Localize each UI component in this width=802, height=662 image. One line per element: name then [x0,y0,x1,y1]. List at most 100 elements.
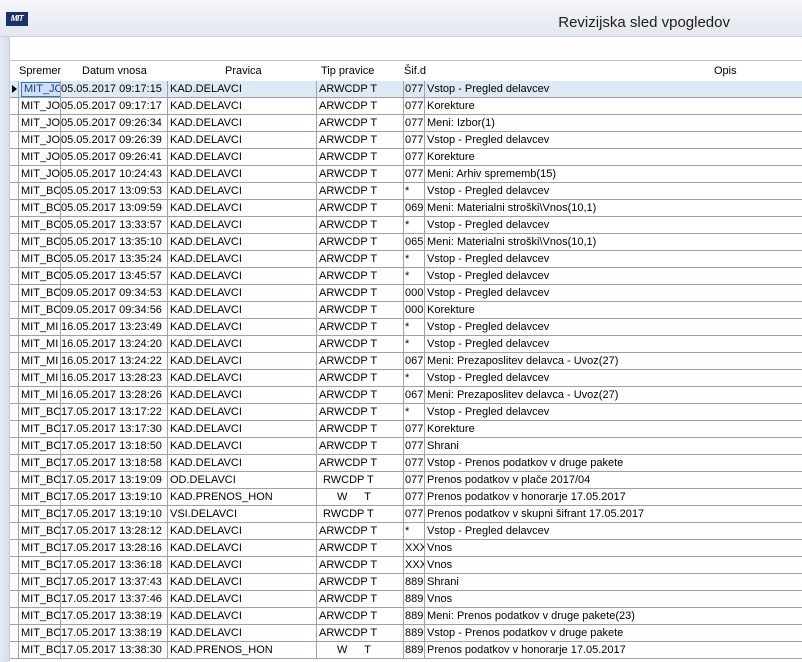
table-row[interactable]: MIT_BC 17.05.2017 13:36:18 KAD.DELAVCI ARWC… [10,557,802,574]
cell-date[interactable]: 05.05.2017 10:24:43 [61,166,168,182]
cell-tip[interactable]: ARWCDP T [317,404,404,420]
table-row[interactable]: MIT_BC 05.05.2017 13:33:57 KAD.DELAVCI ARWC… [10,217,802,234]
cell-date[interactable]: 05.05.2017 13:09:53 [61,183,168,199]
cell-pravica[interactable]: KAD.DELAVCI [168,132,317,148]
cell-sif[interactable]: 000 [404,285,425,301]
table-row[interactable]: MIT_BC 17.05.2017 13:38:19 KAD.DELAVCI ARWC… [10,608,802,625]
cell-date[interactable]: 17.05.2017 13:19:09 [61,472,168,488]
cell-sif[interactable]: * [404,251,425,267]
cell-sif[interactable]: * [404,268,425,284]
table-row[interactable]: MIT_JO 05.05.2017 09:26:39 KAD.DELAVCI ARWC… [10,132,802,149]
cell-user[interactable]: MIT_MI [19,370,61,386]
cell-pravica[interactable]: KAD.DELAVCI [168,319,317,335]
cell-date[interactable]: 05.05.2017 13:45:57 [61,268,168,284]
cell-user[interactable]: MIT_BC [19,285,61,301]
cell-pravica[interactable]: KAD.DELAVCI [168,166,317,182]
row-indicator[interactable] [10,115,19,131]
row-indicator[interactable] [10,387,19,403]
cell-pravica[interactable]: KAD.DELAVCI [168,387,317,403]
cell-user[interactable]: MIT_BC [19,625,61,641]
cell-opis[interactable]: Vnos [425,540,802,556]
cell-sif[interactable]: 889 [404,574,425,590]
table-row[interactable]: MIT_BC 17.05.2017 13:37:43 KAD.DELAVCI ARWC… [10,574,802,591]
table-row[interactable]: MIT_BC 17.05.2017 13:18:58 KAD.DELAVCI ARWC… [10,455,802,472]
cell-sif[interactable]: 067 [404,387,425,403]
row-indicator[interactable] [10,98,19,114]
cell-sif[interactable]: 069 [404,200,425,216]
table-row[interactable]: MIT_JO 05.05.2017 09:17:17 KAD.DELAVCI ARWC… [10,98,802,115]
cell-opis[interactable]: Vstop - Pregled delavcev [425,132,802,148]
row-indicator[interactable] [10,336,19,352]
row-indicator[interactable] [10,166,19,182]
cell-user[interactable]: MIT_BC [19,455,61,471]
cell-tip[interactable]: ARWCDP T [317,251,404,267]
cell-user[interactable]: MIT_BC [19,200,61,216]
cell-pravica[interactable]: KAD.DELAVCI [168,183,317,199]
cell-user[interactable]: MIT_BC [19,523,61,539]
audit-grid[interactable]: Spremenil Datum vnosa Pravica Tip pravic… [10,60,802,662]
cell-date[interactable]: 05.05.2017 09:26:39 [61,132,168,148]
table-row[interactable]: MIT_BC 17.05.2017 13:19:10 KAD.PRENOS_HON W… [10,489,802,506]
cell-user[interactable]: MIT_BC [19,217,61,233]
cell-opis[interactable]: Meni: Prezaposlitev delavca - Uvoz(27) [425,353,802,369]
cell-user[interactable]: MIT_BC [19,472,61,488]
cell-date[interactable]: 05.05.2017 09:26:34 [61,115,168,131]
cell-user[interactable]: MIT_BC [19,302,61,318]
cell-user[interactable]: MIT_BC [19,574,61,590]
cell-date[interactable]: 17.05.2017 13:38:19 [61,625,168,641]
cell-date[interactable]: 05.05.2017 09:26:41 [61,149,168,165]
cell-user[interactable]: MIT_BC [19,183,61,199]
cell-sif[interactable]: 077 [404,115,425,131]
cell-date[interactable]: 17.05.2017 13:36:18 [61,557,168,573]
row-indicator[interactable] [10,421,19,437]
cell-user[interactable]: MIT_JO [19,132,61,148]
cell-pravica[interactable]: KAD.DELAVCI [168,302,317,318]
cell-opis[interactable]: Vstop - Pregled delavcev [425,251,802,267]
cell-pravica[interactable]: KAD.PRENOS_HON [168,489,317,505]
cell-user[interactable]: MIT_BC [19,489,61,505]
cell-date[interactable]: 17.05.2017 13:18:58 [61,455,168,471]
cell-pravica[interactable]: KAD.DELAVCI [168,285,317,301]
cell-pravica[interactable]: KAD.DELAVCI [168,438,317,454]
table-row[interactable]: MIT_JO 05.05.2017 09:26:41 KAD.DELAVCI ARWC… [10,149,802,166]
table-row[interactable]: MIT_BC 17.05.2017 13:17:30 KAD.DELAVCI ARWC… [10,421,802,438]
cell-user[interactable]: MIT_MI [19,387,61,403]
cell-date[interactable]: 16.05.2017 13:24:20 [61,336,168,352]
cell-sif[interactable]: XXX [404,540,425,556]
row-indicator[interactable] [10,200,19,216]
row-indicator[interactable] [10,268,19,284]
table-row[interactable]: MIT_BC 05.05.2017 13:09:53 KAD.DELAVCI ARWC… [10,183,802,200]
cell-opis[interactable]: Prenos podatkov v plače 2017/04 [425,472,802,488]
cell-date[interactable]: 17.05.2017 13:38:30 [61,642,168,658]
row-indicator[interactable] [10,591,19,607]
cell-opis[interactable]: Shrani [425,574,802,590]
cell-pravica[interactable]: VSI.DELAVCI [168,506,317,522]
cell-opis[interactable]: Vstop - Pregled delavcev [425,81,802,97]
cell-user[interactable]: MIT_MI [19,336,61,352]
row-pointer-icon[interactable] [10,81,19,97]
cell-tip[interactable]: ARWCDP T [317,574,404,590]
cell-opis[interactable]: Korekture [425,98,802,114]
cell-user[interactable]: MIT_BC [19,421,61,437]
cell-sif[interactable]: 077 [404,489,425,505]
cell-pravica[interactable]: KAD.DELAVCI [168,251,317,267]
cell-tip[interactable]: RWCDP T [317,506,404,522]
cell-opis[interactable]: Meni: Prenos podatkov v druge pakete(23) [425,608,802,624]
cell-date[interactable]: 17.05.2017 13:37:43 [61,574,168,590]
cell-pravica[interactable]: KAD.DELAVCI [168,370,317,386]
cell-date[interactable]: 17.05.2017 13:17:30 [61,421,168,437]
cell-tip[interactable]: ARWCDP T [317,523,404,539]
cell-sif[interactable]: * [404,404,425,420]
cell-sif[interactable]: 077 [404,149,425,165]
cell-date[interactable]: 17.05.2017 13:37:46 [61,591,168,607]
cell-date[interactable]: 05.05.2017 13:35:24 [61,251,168,267]
table-row[interactable]: MIT_BC 05.05.2017 13:09:59 KAD.DELAVCI ARWC… [10,200,802,217]
cell-tip[interactable]: ARWCDP T [317,625,404,641]
cell-tip[interactable]: ARWCDP T [317,540,404,556]
cell-opis[interactable]: Vstop - Pregled delavcev [425,285,802,301]
cell-pravica[interactable]: KAD.DELAVCI [168,540,317,556]
cell-pravica[interactable]: KAD.DELAVCI [168,591,317,607]
cell-opis[interactable]: Prenos podatkov v honorarje 17.05.2017 [425,642,802,658]
cell-opis[interactable]: Vstop - Pregled delavcev [425,268,802,284]
row-indicator[interactable] [10,217,19,233]
